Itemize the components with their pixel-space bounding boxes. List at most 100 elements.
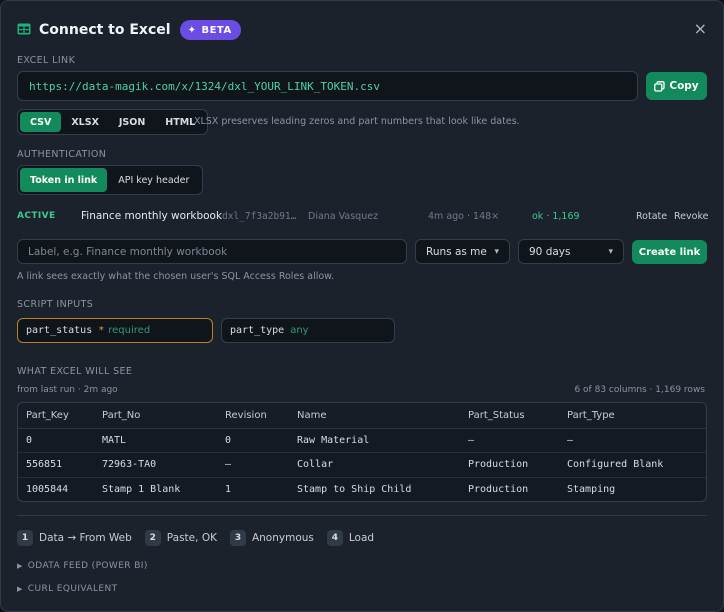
step-item: 3 Anonymous [229, 530, 314, 546]
step-label: Data → From Web [39, 532, 132, 544]
step-item: 1 Data → From Web [17, 530, 132, 546]
beta-badge: ✦ BETA [179, 20, 241, 40]
table-cell: MATL [94, 428, 217, 453]
column-header: Part_Type [559, 403, 706, 429]
param-part-status[interactable]: part_status * required [17, 318, 213, 343]
table-cell: Stamp 1 Blank [102, 484, 181, 495]
param-name: part_status [26, 325, 93, 336]
token-owner: Diana Vasquez [308, 211, 379, 222]
link-label-placeholder: Label, e.g. Finance monthly workbook [28, 245, 228, 258]
rotate-link[interactable]: Rotate [636, 211, 667, 222]
table-cell: 1 [225, 484, 232, 495]
table-cell: — [460, 428, 559, 453]
curl-equivalent-toggle[interactable]: ▶ CURL EQUIVALENT [17, 584, 117, 594]
auth-selector: Token in link API key header [17, 165, 204, 195]
status-badge: ACTIVE [17, 211, 56, 221]
column-header: Name [289, 403, 460, 429]
step-label: Load [348, 532, 375, 544]
format-hint: XLSX preserves leading zeros and part nu… [194, 116, 520, 127]
table-cell: 0 [18, 428, 94, 453]
column-header: Part_Status [460, 403, 559, 429]
step-number: 1 [17, 530, 33, 546]
table-cell: Raw Material [289, 428, 460, 453]
preview-label: WHAT EXCEL WILL SEE [17, 366, 133, 377]
step-item: 2 Paste, OK [144, 530, 217, 546]
table-cell: Production [468, 484, 529, 495]
table-cell: 1005844 [26, 484, 69, 495]
param-part-type[interactable]: part_type any [221, 318, 395, 343]
copy-icon [654, 80, 666, 92]
table-cell: 72963-TA0 [94, 452, 217, 478]
connect-excel-dialog: Connect to Excel ✦ BETA × EXCEL LINK htt… [0, 0, 724, 612]
step-item: 4 Load [326, 530, 375, 546]
chevron-down-icon: ▾ [494, 246, 499, 257]
expiry-value: 90 days [529, 245, 571, 258]
table-cell: — [217, 452, 289, 478]
step-label: Anonymous [251, 532, 314, 544]
dialog-header: Connect to Excel ✦ BETA [17, 19, 241, 41]
table-cell: — [559, 428, 706, 453]
link-label-input[interactable]: Label, e.g. Finance monthly workbook [17, 239, 407, 264]
excel-link-label: EXCEL LINK [17, 55, 76, 66]
excel-link-field[interactable]: https://data-magik.com/x/1324/dxl_YOUR_L… [17, 71, 638, 101]
caret-right-icon: ▶ [17, 585, 23, 593]
table-cell: 556851 [18, 452, 94, 478]
step-number: 2 [144, 530, 161, 546]
runs-as-value: Runs as me [426, 245, 487, 258]
beta-label: BETA [201, 24, 232, 36]
preview-subtitle: from last run · 2m ago [17, 385, 118, 395]
table-cell: Production [460, 452, 559, 478]
format-option-csv[interactable]: CSV [20, 112, 62, 132]
table-cell: Stamping [567, 484, 616, 495]
excel-link-url: https://data-magik.com/x/1324/dxl_YOUR_L… [29, 79, 380, 93]
auth-option-token[interactable]: Token in link [20, 168, 108, 192]
script-inputs-label: SCRIPT INPUTS [17, 299, 94, 310]
setup-steps: 1 Data → From Web 2 Paste, OK 3 Anonymou… [17, 530, 387, 546]
column-header: Part_No [94, 403, 217, 429]
param-name: part_type [230, 325, 285, 336]
token-usage: 4m ago · 148× [428, 211, 500, 222]
step-number: 3 [229, 530, 246, 546]
format-selector: CSV XLSX JSON HTML [17, 109, 209, 135]
step-number: 4 [326, 530, 343, 546]
table-cell: Collar [289, 452, 460, 478]
step-label: Paste, OK [166, 532, 217, 544]
column-header: Revision [217, 403, 289, 429]
odata-feed-label: ODATA FEED (POWER BI) [27, 561, 148, 571]
table-row: 556851 72963-TA0 — Collar Production Con… [18, 452, 706, 478]
expiry-select[interactable]: 90 days ▾ [518, 239, 624, 264]
curl-equivalent-label: CURL EQUIVALENT [27, 584, 118, 594]
table-row: 1005844 Stamp 1 Blank 1 Stamp to Ship Ch… [18, 477, 706, 501]
excel-grid-icon [17, 23, 31, 38]
caret-right-icon: ▶ [17, 562, 23, 570]
dialog-title: Connect to Excel [39, 22, 171, 38]
divider [17, 515, 707, 516]
table-cell: Stamp to Ship Child [297, 484, 412, 495]
sparkle-icon: ✦ [187, 24, 197, 36]
format-option-json[interactable]: JSON [109, 112, 155, 132]
param-value: required [108, 325, 151, 336]
preview-summary: 6 of 83 columns · 1,169 rows [574, 385, 705, 395]
token-last-result: ok · 1,169 [532, 211, 580, 222]
table-row: 0 MATL 0 Raw Material — — [18, 428, 706, 453]
auth-option-api-key[interactable]: API key header [107, 168, 200, 192]
odata-feed-toggle[interactable]: ▶ ODATA FEED (POWER BI) [17, 561, 148, 571]
copy-button[interactable]: Copy [646, 72, 707, 100]
copy-label: Copy [669, 80, 699, 92]
chevron-down-icon: ▾ [608, 246, 613, 257]
token-name: Finance monthly workbook [81, 210, 223, 222]
create-link-button[interactable]: Create link [632, 240, 707, 264]
token-prefix: dxl_7f3a2b91… [222, 211, 297, 222]
param-value: any [290, 325, 309, 336]
table-cell: Configured Blank [559, 452, 706, 478]
runs-as-select[interactable]: Runs as me ▾ [415, 239, 510, 264]
table-cell: 0 [217, 428, 289, 453]
required-star: * [98, 325, 105, 336]
column-header: Part_Key [18, 403, 94, 429]
revoke-link[interactable]: Revoke [674, 211, 708, 222]
access-hint: A link sees exactly what the chosen user… [17, 271, 335, 282]
format-option-xlsx[interactable]: XLSX [61, 112, 109, 132]
preview-table: Part_Key Part_No Revision Name Part_Stat… [17, 402, 707, 502]
close-icon[interactable]: × [694, 19, 707, 39]
token-row: ACTIVE Finance monthly workbook dxl_7f3a… [17, 210, 708, 224]
